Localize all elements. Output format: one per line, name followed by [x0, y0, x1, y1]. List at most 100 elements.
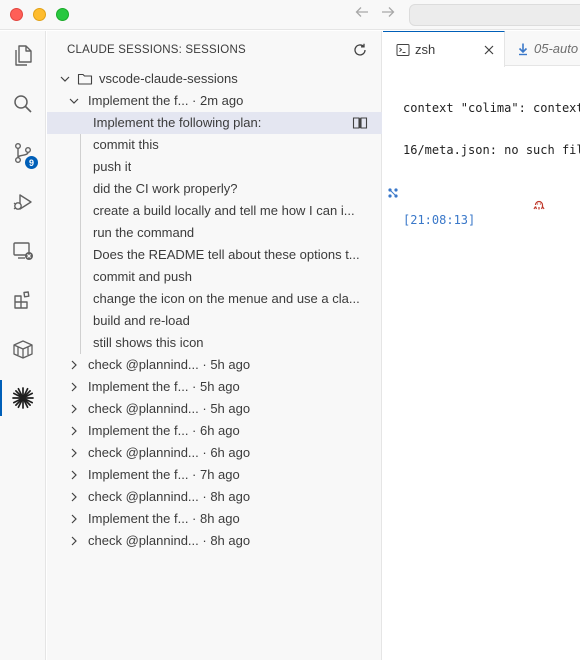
- message-label: push it: [93, 159, 132, 174]
- indent-guide: [80, 332, 81, 354]
- run-debug-icon: [13, 194, 32, 210]
- chevron-right-icon[interactable]: [66, 398, 82, 420]
- remote-explorer-icon: [13, 242, 33, 260]
- message-item[interactable]: run the command: [47, 222, 382, 244]
- session-item[interactable]: check @plannind... · 8h ago: [47, 530, 382, 552]
- terminal-icon: [396, 44, 410, 56]
- session-item-expanded[interactable]: Implement the f... · 2m ago: [47, 90, 382, 112]
- extensions-button[interactable]: [0, 278, 46, 322]
- message-item[interactable]: Does the README tell about these options…: [47, 244, 382, 266]
- session-label: Implement the f... · 6h ago: [88, 423, 240, 438]
- session-item[interactable]: check @plannind... · 6h ago: [47, 442, 382, 464]
- forward-arrow-icon[interactable]: [378, 4, 398, 24]
- indent-guide: [80, 200, 81, 222]
- chevron-right-icon[interactable]: [66, 486, 82, 508]
- message-item[interactable]: push it: [47, 156, 382, 178]
- terminal-output[interactable]: context "colima": context 16/meta.json: …: [383, 67, 580, 227]
- close-icon[interactable]: [481, 42, 497, 58]
- remote-explorer-button[interactable]: [0, 229, 46, 273]
- prompt-status-icon: [388, 188, 398, 198]
- chevron-right-icon[interactable]: [66, 464, 82, 486]
- indent-guide: [80, 156, 81, 178]
- chevron-down-icon[interactable]: [57, 68, 73, 90]
- indent-guide: [80, 222, 81, 244]
- tab-label: 05-auto: [534, 41, 579, 56]
- session-item[interactable]: Implement the f... · 6h ago: [47, 420, 382, 442]
- terminal-prompt-line: [21:08:13] ➜ vscode-cla: [383, 185, 580, 227]
- session-item[interactable]: Implement the f... · 7h ago: [47, 464, 382, 486]
- sessions-tree: vscode-claude-sessions Implement the f..…: [47, 68, 382, 552]
- command-center-search[interactable]: [409, 4, 580, 26]
- explorer-button[interactable]: [0, 33, 46, 77]
- message-item[interactable]: create a build locally and tell me how I…: [47, 200, 382, 222]
- session-label: check @plannind... · 8h ago: [88, 489, 251, 504]
- back-arrow-icon[interactable]: [352, 4, 372, 24]
- message-label: run the command: [93, 225, 195, 240]
- indent-guide: [80, 244, 81, 266]
- run-debug-button[interactable]: [0, 180, 46, 224]
- claude-icon: [12, 387, 34, 409]
- claude-sessions-sidebar: CLAUDE SESSIONS: SESSIONS vscode-claude-…: [47, 31, 382, 660]
- terminal-line: 16/meta.json: no such file: [383, 143, 580, 157]
- sidebar-header: CLAUDE SESSIONS: SESSIONS: [47, 31, 382, 69]
- session-item[interactable]: check @plannind... · 8h ago: [47, 486, 382, 508]
- session-item[interactable]: check @plannind... · 5h ago: [47, 398, 382, 420]
- chevron-down-icon[interactable]: [66, 90, 82, 112]
- session-label: Implement the f... · 7h ago: [88, 467, 240, 482]
- message-label: commit this: [93, 137, 159, 152]
- minimize-window-button[interactable]: [33, 8, 46, 21]
- message-label: create a build locally and tell me how I…: [93, 203, 355, 218]
- message-item[interactable]: did the CI work properly?: [47, 178, 382, 200]
- chevron-right-icon[interactable]: [66, 442, 82, 464]
- claude-sessions-button[interactable]: [0, 376, 46, 420]
- message-item[interactable]: commit this: [47, 134, 382, 156]
- search-button[interactable]: [0, 82, 46, 126]
- indent-guide: [80, 266, 81, 288]
- activity-bar: 9: [0, 31, 46, 660]
- tab-05-auto[interactable]: 05-auto: [506, 31, 580, 66]
- workspace-folder-label: vscode-claude-sessions: [99, 71, 238, 86]
- message-item[interactable]: commit and push: [47, 266, 382, 288]
- indent-guide: [80, 288, 81, 310]
- indent-guide: [80, 310, 81, 332]
- session-label: Implement the f... · 2m ago: [88, 93, 244, 108]
- indent-guide: [80, 178, 81, 200]
- message-label: build and re-load: [93, 313, 190, 328]
- message-item[interactable]: change the icon on the menue and use a c…: [47, 288, 382, 310]
- tab-zsh[interactable]: zsh: [383, 31, 505, 67]
- files-icon: [15, 45, 32, 66]
- chevron-right-icon[interactable]: [66, 376, 82, 398]
- message-item[interactable]: still shows this icon: [47, 332, 382, 354]
- terminal-line: context "colima": context: [383, 101, 580, 115]
- chevron-right-icon[interactable]: [66, 508, 82, 530]
- chevron-right-icon[interactable]: [66, 354, 82, 376]
- message-label: still shows this icon: [93, 335, 204, 350]
- message-item[interactable]: build and re-load: [47, 310, 382, 332]
- session-label: check @plannind... · 8h ago: [88, 533, 251, 548]
- session-label: Implement the f... · 8h ago: [88, 511, 240, 526]
- session-item[interactable]: Implement the f... · 5h ago: [47, 376, 382, 398]
- refresh-icon[interactable]: [352, 42, 368, 58]
- session-label: check @plannind... · 5h ago: [88, 401, 251, 416]
- containers-button[interactable]: [0, 327, 46, 371]
- chevron-right-icon[interactable]: [66, 530, 82, 552]
- terminal-text: 16/meta.json: no such file: [403, 143, 580, 157]
- folder-icon: [77, 73, 93, 85]
- octopus-icon: [475, 185, 545, 227]
- workspace-folder-item[interactable]: vscode-claude-sessions: [47, 68, 382, 90]
- terminal-text: context "colima": context: [403, 101, 580, 115]
- maximize-window-button[interactable]: [56, 8, 69, 21]
- markdown-download-icon: [518, 43, 528, 56]
- message-item[interactable]: Implement the following plan:: [47, 112, 382, 134]
- title-bar: [0, 0, 580, 30]
- source-control-button[interactable]: 9: [0, 131, 46, 175]
- session-item[interactable]: Implement the f... · 8h ago: [47, 508, 382, 530]
- message-label: Does the README tell about these options…: [93, 247, 360, 262]
- open-preview-icon[interactable]: [352, 115, 368, 131]
- extensions-icon: [14, 291, 30, 309]
- tab-bar: zsh 05-auto: [383, 31, 580, 67]
- chevron-right-icon[interactable]: [66, 420, 82, 442]
- source-control-badge: 9: [24, 155, 39, 170]
- session-item[interactable]: check @plannind... · 5h ago: [47, 354, 382, 376]
- close-window-button[interactable]: [10, 8, 23, 21]
